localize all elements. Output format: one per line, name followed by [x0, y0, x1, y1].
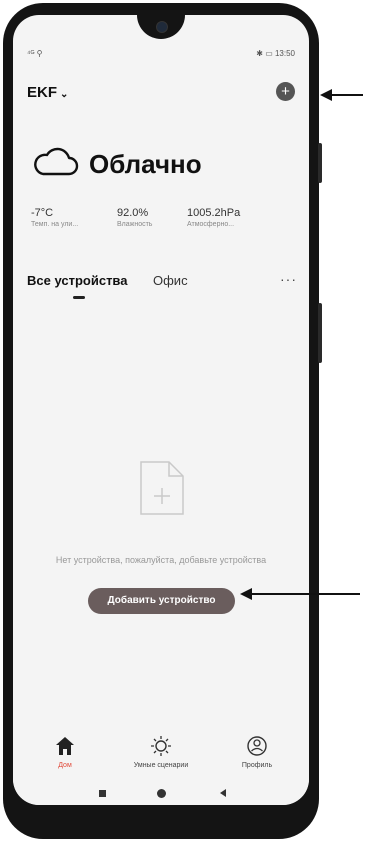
notch — [137, 15, 185, 39]
signal-status: ⁴ᴳ ⚲ — [27, 49, 43, 58]
volume-button — [318, 143, 322, 183]
phone-frame: ⁴ᴳ ⚲ ✱ ▭ 13:50 EKF ⌄ + Облачно -7°C Темп.… — [3, 3, 322, 839]
profile-icon — [247, 736, 267, 756]
lightbulb-icon — [151, 736, 171, 756]
nav-profile[interactable]: Профиль — [217, 735, 297, 769]
status-bar: ⁴ᴳ ⚲ ✱ ▭ 13:50 — [27, 49, 295, 61]
home-icon — [56, 737, 74, 755]
battery-time-status: ✱ ▭ 13:50 — [256, 49, 295, 58]
empty-document-icon — [140, 461, 184, 515]
cloud-icon — [34, 147, 79, 176]
annotation-arrow-line — [330, 94, 363, 96]
nav-smart-scenes-label: Умные сценарии — [133, 762, 189, 769]
weather-condition: Облачно — [89, 149, 202, 179]
back-icon[interactable] — [218, 788, 228, 798]
plus-icon: + — [281, 83, 290, 100]
tab-all-devices[interactable]: Все устройства — [27, 273, 127, 288]
stat-value: 1005.2hPa — [187, 207, 241, 219]
add-button[interactable]: + — [276, 82, 295, 101]
home-selector[interactable]: EKF ⌄ — [27, 84, 68, 101]
room-tabs: Все устройства Офис ··· — [27, 271, 297, 303]
add-device-button[interactable]: Добавить устройство — [88, 588, 235, 614]
annotation-arrow-head — [240, 588, 252, 600]
recents-button[interactable] — [99, 790, 106, 797]
nav-smart-scenes[interactable]: Умные сценарии — [121, 735, 201, 769]
stat-label: Атмосферно... — [187, 221, 235, 228]
header: EKF ⌄ + — [27, 81, 295, 103]
front-camera — [156, 21, 168, 33]
stat-value: 92.0% — [117, 207, 149, 219]
stat-humidity: 92.0% Влажность — [117, 207, 197, 228]
empty-state-message: Нет устройства, пожалуйста, добавьте уст… — [55, 555, 267, 565]
tab-office[interactable]: Офис — [153, 273, 188, 288]
nav-profile-label: Профиль — [241, 762, 273, 769]
stat-pressure: 1005.2hPa Атмосферно... — [187, 207, 267, 228]
more-icon[interactable]: ··· — [280, 271, 297, 287]
power-button — [318, 303, 322, 363]
bottom-navigation: Дом Умные сценарии Профиль — [13, 729, 309, 805]
screen: ⁴ᴳ ⚲ ✱ ▭ 13:50 EKF ⌄ + Облачно -7°C Темп.… — [13, 15, 309, 805]
nav-home-label: Дом — [58, 762, 72, 769]
tab-indicator — [73, 296, 85, 299]
home-name: EKF — [27, 84, 57, 101]
nav-home[interactable]: Дом — [25, 735, 105, 769]
annotation-arrow-line — [250, 593, 360, 595]
home-system-button[interactable] — [157, 789, 166, 798]
annotation-arrow-head — [320, 89, 332, 101]
stat-temperature: -7°C Темп. на ули... — [31, 207, 111, 228]
system-navigation — [13, 787, 309, 801]
chevron-down-icon: ⌄ — [60, 89, 69, 100]
stat-label: Темп. на ули... — [31, 221, 79, 228]
stat-label: Влажность — [117, 221, 153, 228]
stat-value: -7°C — [31, 207, 54, 219]
